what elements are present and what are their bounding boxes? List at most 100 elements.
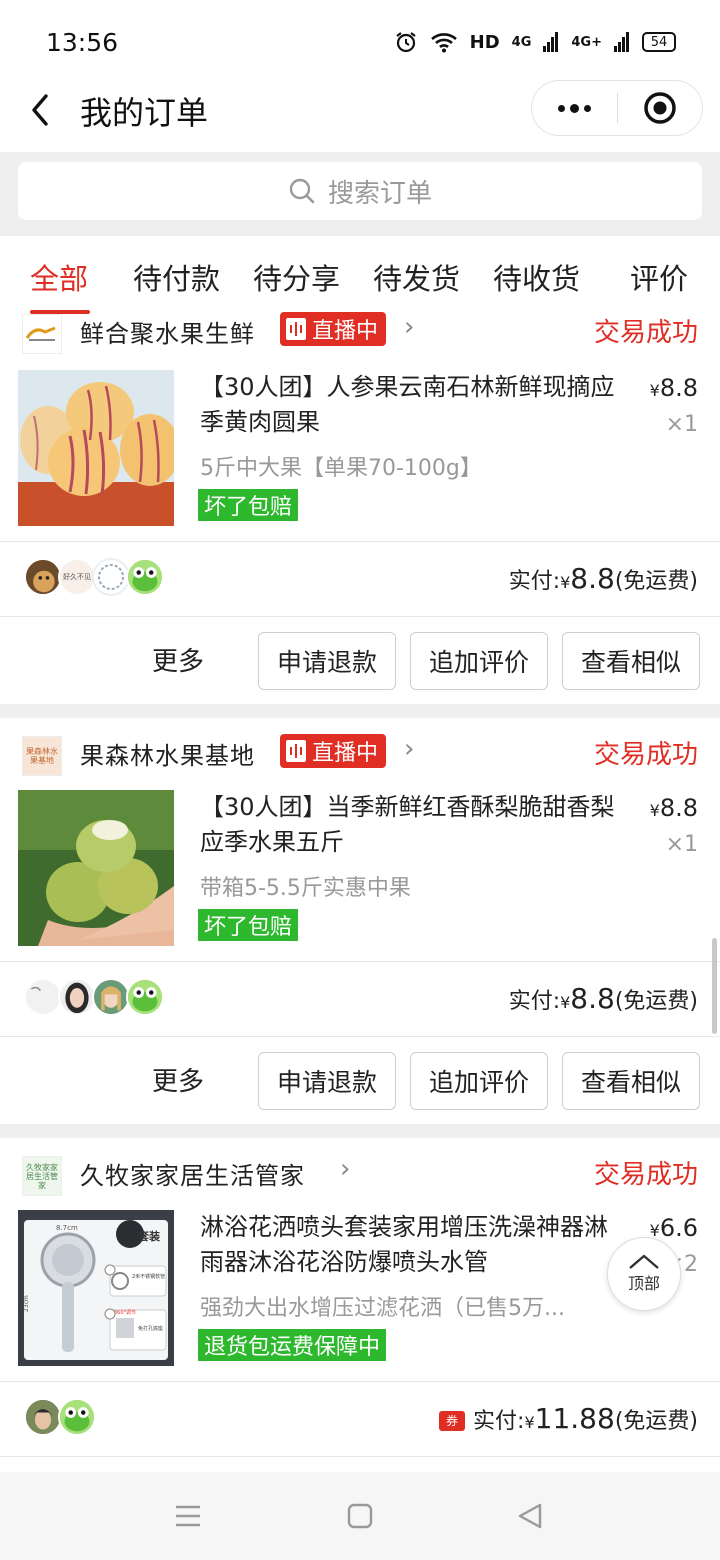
product-price: ¥6.6 [649, 1214, 698, 1242]
thumb-size-label: 8.7cm [56, 1224, 78, 1232]
scrollbar[interactable] [712, 938, 717, 1034]
search-area: 搜索订单 [0, 152, 720, 236]
paid-amount: 实付: ¥8.8 (免运费) [508, 562, 698, 595]
order-card: 久牧家家居生活管家 久牧家家居生活管家 › 交易成功 8.7cm 23cm 套装… [0, 1138, 720, 1472]
view-similar-button[interactable]: 查看相似 [562, 1052, 700, 1110]
status-icons: HD 4G 4G+ 54 [394, 30, 676, 54]
order-status: 交易成功 [593, 1160, 698, 1190]
avatar: 好久不见 [58, 558, 96, 596]
avatar [92, 558, 130, 596]
product-spec: 带箱5-5.5斤实惠中果 [200, 876, 411, 901]
avatar [24, 978, 62, 1016]
thumb-rotate-label: 360°调节 [114, 1309, 136, 1316]
product-quantity: ×1 [665, 412, 698, 437]
divider [0, 1036, 720, 1037]
chevron-right-icon: › [340, 1154, 351, 1184]
guarantee-tag: 坏了包赔 [198, 489, 299, 521]
status-time: 13:56 [46, 28, 119, 57]
thumb-set-label: 套装 [138, 1229, 160, 1243]
product-quantity: ×1 [665, 832, 698, 857]
shop-logo: 果森林水果基地 [22, 736, 62, 776]
shop-header[interactable]: 果森林水果基地 果森林水果基地 直播中 › 交易成功 [0, 734, 720, 790]
product-image-pepino[interactable] [18, 370, 174, 526]
hd-label: HD [469, 31, 500, 53]
battery-icon: 54 [642, 32, 676, 52]
alarm-icon [395, 32, 416, 53]
add-review-button[interactable]: 追加评价 [410, 1052, 548, 1110]
signal-4gplus-label: 4G+ [571, 34, 602, 50]
chevron-up-icon [629, 1254, 659, 1269]
miniprogram-capsule [531, 80, 703, 136]
product-image-pear[interactable] [18, 790, 174, 946]
avatar [24, 1398, 62, 1436]
product-spec: 5斤中大果【单果70-100g】 [200, 456, 482, 481]
divider [0, 1381, 720, 1382]
coupon-icon: 券 [439, 1410, 466, 1431]
system-nav-bar [0, 1472, 720, 1560]
search-icon [289, 178, 315, 204]
shop-name: 果森林水果基地 [80, 742, 255, 770]
tab-pending-payment[interactable]: 待付款 [133, 256, 220, 298]
order-tabs: 全部 待付款 待分享 待发货 待收货 评价 [0, 236, 720, 316]
product-title[interactable]: 【30人团】人参果云南石林新鲜现摘应季黄肉圆果 [200, 370, 630, 440]
product-price: ¥8.8 [649, 374, 698, 402]
avatar [58, 978, 96, 1016]
shop-logo [22, 314, 62, 354]
product-title[interactable]: 淋浴花洒喷头套装家用增压洗澡神器淋雨器沐浴花浴防爆喷头水管 [200, 1210, 630, 1280]
nav-bar: 我的订单 [0, 80, 720, 152]
shop-name: 鲜合聚水果生鲜 [80, 320, 255, 348]
tab-pending-share[interactable]: 待分享 [253, 256, 340, 298]
search-placeholder: 搜索订单 [327, 178, 432, 209]
tab-pending-shipment[interactable]: 待发货 [373, 256, 460, 298]
avatar [24, 558, 62, 596]
live-icon [286, 740, 306, 762]
tab-pending-receipt[interactable]: 待收货 [493, 256, 580, 298]
request-refund-button[interactable]: 申请退款 [258, 1052, 396, 1110]
order-card: 果森林水果基地 果森林水果基地 直播中 › 交易成功 【30人团】当季新鲜红香酥… [0, 718, 720, 1124]
shop-header[interactable]: 久牧家家居生活管家 久牧家家居生活管家 › 交易成功 [0, 1154, 720, 1210]
product-title[interactable]: 【30人团】当季新鲜红香酥梨脆甜香梨应季水果五斤 [200, 790, 630, 860]
group-avatars[interactable] [24, 1398, 96, 1436]
shop-name: 久牧家家居生活管家 [80, 1162, 305, 1190]
view-similar-button[interactable]: 查看相似 [562, 632, 700, 690]
tab-review[interactable]: 评价 [630, 256, 688, 298]
divider [0, 1456, 720, 1457]
back-arrow-icon[interactable] [26, 90, 56, 130]
group-avatars[interactable] [24, 978, 164, 1016]
product-price: ¥8.8 [649, 794, 698, 822]
menu-icon[interactable] [174, 1502, 202, 1530]
signal-4g-label: 4G [511, 34, 532, 50]
search-input[interactable]: 搜索订单 [18, 162, 702, 220]
divider [0, 616, 720, 617]
wifi-icon [430, 33, 457, 53]
order-status: 交易成功 [593, 318, 698, 348]
shop-header[interactable]: 鲜合聚水果生鲜 直播中 › 交易成功 [0, 312, 720, 368]
live-badge[interactable]: 直播中 [280, 312, 387, 346]
product-image-showerhead[interactable]: 8.7cm 23cm 套装 2米不锈钢软管 360°调节 免打孔底座 [18, 1210, 174, 1366]
live-badge[interactable]: 直播中 [280, 734, 387, 768]
guarantee-tag: 退货包运费保障中 [198, 1329, 387, 1361]
status-bar: 13:56 HD 4G 4G+ 54 [0, 0, 720, 80]
page-title: 我的订单 [80, 94, 209, 132]
close-miniprogram-button[interactable] [618, 81, 703, 135]
tab-all[interactable]: 全部 [30, 256, 88, 298]
avatar [58, 1398, 96, 1436]
more-actions-link[interactable]: 更多 [152, 1061, 204, 1098]
more-actions-link[interactable]: 更多 [152, 641, 204, 678]
thumb-hose-label: 2米不锈钢软管 [132, 1273, 165, 1280]
back-icon[interactable] [516, 1502, 544, 1530]
group-avatars[interactable]: 好久不见 [24, 558, 164, 596]
product-spec: 强劲大出水增压过滤花洒（已售5万... [200, 1296, 565, 1321]
home-icon[interactable] [346, 1502, 374, 1530]
live-icon [286, 318, 306, 340]
more-options-button[interactable] [532, 81, 617, 135]
target-icon [644, 92, 676, 124]
signal-icon-2 [614, 32, 629, 52]
add-review-button[interactable]: 追加评价 [410, 632, 548, 690]
thumb-length-label: 23cm [23, 1295, 30, 1312]
request-refund-button[interactable]: 申请退款 [258, 632, 396, 690]
back-to-top-label: 顶部 [627, 1274, 660, 1293]
order-status: 交易成功 [593, 740, 698, 770]
back-to-top-button[interactable]: 顶部 [607, 1237, 681, 1311]
guarantee-tag: 坏了包赔 [198, 909, 299, 941]
